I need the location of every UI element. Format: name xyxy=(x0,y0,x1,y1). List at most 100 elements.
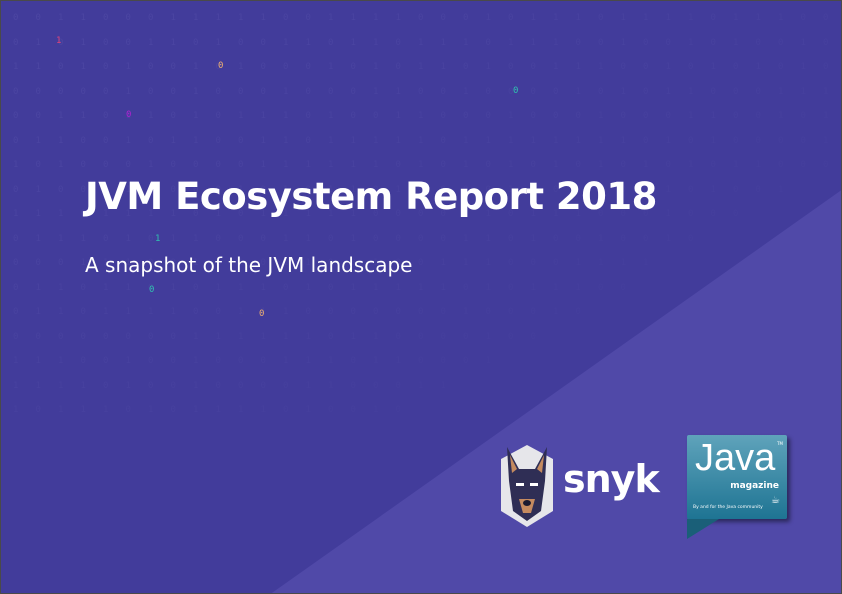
binary-digit: 0 xyxy=(823,37,829,48)
binary-digit: 1 xyxy=(125,233,131,244)
binary-digit: 1 xyxy=(598,258,604,268)
binary-digit: 1 xyxy=(13,380,19,391)
binary-digit: 0 xyxy=(575,233,581,244)
binary-digit: 0 xyxy=(643,62,649,72)
binary-digit: 1 xyxy=(688,160,694,170)
binary-digit: 1 xyxy=(463,233,469,244)
binary-digit: 0 xyxy=(508,331,514,342)
binary-digit: 1 xyxy=(35,135,41,146)
highlight-bit: 1 xyxy=(56,36,62,46)
binary-digit: 1 xyxy=(688,13,694,23)
binary-digit: 0 xyxy=(373,111,379,121)
binary-digit: 0 xyxy=(260,62,266,72)
binary-digit: 0 xyxy=(193,37,199,48)
binary-digit: 1 xyxy=(58,233,64,244)
binary-digit: 1 xyxy=(395,13,401,23)
binary-digit: 0 xyxy=(148,62,154,72)
binary-digit: 0 xyxy=(58,331,64,342)
binary-digit: 0 xyxy=(440,160,446,170)
binary-digit: 1 xyxy=(418,282,424,293)
binary-digit: 1 xyxy=(440,37,446,48)
binary-digit: 0 xyxy=(80,331,86,342)
binary-digit: 1 xyxy=(553,307,559,317)
snyk-dog-icon xyxy=(501,445,553,527)
binary-digit: 0 xyxy=(373,307,379,317)
binary-digit: 0 xyxy=(575,37,581,48)
binary-digit: 0 xyxy=(283,405,289,415)
binary-digit: 0 xyxy=(260,380,266,391)
binary-digit: 1 xyxy=(463,86,469,97)
binary-digit: 0 xyxy=(440,356,446,366)
binary-digit: 1 xyxy=(418,160,424,170)
binary-digit: 1 xyxy=(35,380,41,391)
binary-digit: 0 xyxy=(305,86,311,97)
binary-digit: 0 xyxy=(823,13,829,23)
binary-digit: 0 xyxy=(688,209,694,219)
binary-digit: 1 xyxy=(710,111,716,121)
binary-digit: 0 xyxy=(103,356,109,366)
binary-digit: 1 xyxy=(193,233,199,244)
binary-digit: 1 xyxy=(778,13,784,23)
binary-digit: 1 xyxy=(508,135,514,146)
binary-digit: 1 xyxy=(58,405,64,415)
binary-digit: 1 xyxy=(148,307,154,317)
binary-digit: 1 xyxy=(440,282,446,293)
binary-digit: 0 xyxy=(665,160,671,170)
binary-digit: 0 xyxy=(58,184,64,195)
binary-digit: 0 xyxy=(755,111,761,121)
binary-digit: 1 xyxy=(328,62,334,72)
binary-digit: 0 xyxy=(283,62,289,72)
binary-digit: 1 xyxy=(193,405,199,415)
binary-digit: 1 xyxy=(665,62,671,72)
binary-digit: 1 xyxy=(440,62,446,72)
binary-digit: 1 xyxy=(350,160,356,170)
binary-digit: 1 xyxy=(530,13,536,23)
binary-digit: 0 xyxy=(373,380,379,391)
binary-digit: 0 xyxy=(508,307,514,317)
binary-digit: 1 xyxy=(13,209,19,219)
binary-digit: 1 xyxy=(35,37,41,48)
binary-digit: 1 xyxy=(283,135,289,146)
binary-digit: 1 xyxy=(260,135,266,146)
binary-digit: 1 xyxy=(688,37,694,48)
binary-digit: 0 xyxy=(553,233,559,244)
binary-digit: 1 xyxy=(733,37,739,48)
binary-digit: 1 xyxy=(283,86,289,97)
binary-digit: 1 xyxy=(485,62,491,72)
binary-digit: 0 xyxy=(530,331,536,342)
java-magazine-logo: Java TM magazine By and for the Java com… xyxy=(687,435,787,519)
binary-digit: 0 xyxy=(598,13,604,23)
binary-digit: 1 xyxy=(215,282,221,293)
binary-digit: 0 xyxy=(215,86,221,97)
binary-digit: 0 xyxy=(643,37,649,48)
binary-digit: 0 xyxy=(148,356,154,366)
binary-digit: 1 xyxy=(800,86,806,97)
binary-digit: 1 xyxy=(485,135,491,146)
binary-digit: 0 xyxy=(418,307,424,317)
binary-digit: 0 xyxy=(418,13,424,23)
binary-digit: 0 xyxy=(463,282,469,293)
binary-digit: 0 xyxy=(688,135,694,146)
binary-digit: 0 xyxy=(193,160,199,170)
binary-digit: 1 xyxy=(485,13,491,23)
highlight-bit: 0 xyxy=(218,61,224,71)
binary-digit: 0 xyxy=(215,233,221,244)
binary-digit: 1 xyxy=(665,233,671,244)
binary-digit: 0 xyxy=(238,233,244,244)
binary-digit: 0 xyxy=(305,307,311,317)
binary-digit: 0 xyxy=(688,233,694,244)
binary-digit: 1 xyxy=(620,37,626,48)
binary-digit: 0 xyxy=(125,331,131,342)
binary-digit: 1 xyxy=(733,160,739,170)
binary-digit: 1 xyxy=(373,160,379,170)
binary-digit: 1 xyxy=(260,331,266,342)
binary-digit: 0 xyxy=(170,86,176,97)
snyk-logo: snyk xyxy=(497,441,667,531)
binary-digit: 0 xyxy=(80,307,86,317)
binary-digit: 1 xyxy=(238,282,244,293)
binary-digit: 1 xyxy=(373,62,379,72)
binary-digit: 1 xyxy=(373,282,379,293)
binary-digit: 0 xyxy=(305,13,311,23)
binary-digit: 0 xyxy=(170,331,176,342)
binary-digit: 1 xyxy=(80,37,86,48)
